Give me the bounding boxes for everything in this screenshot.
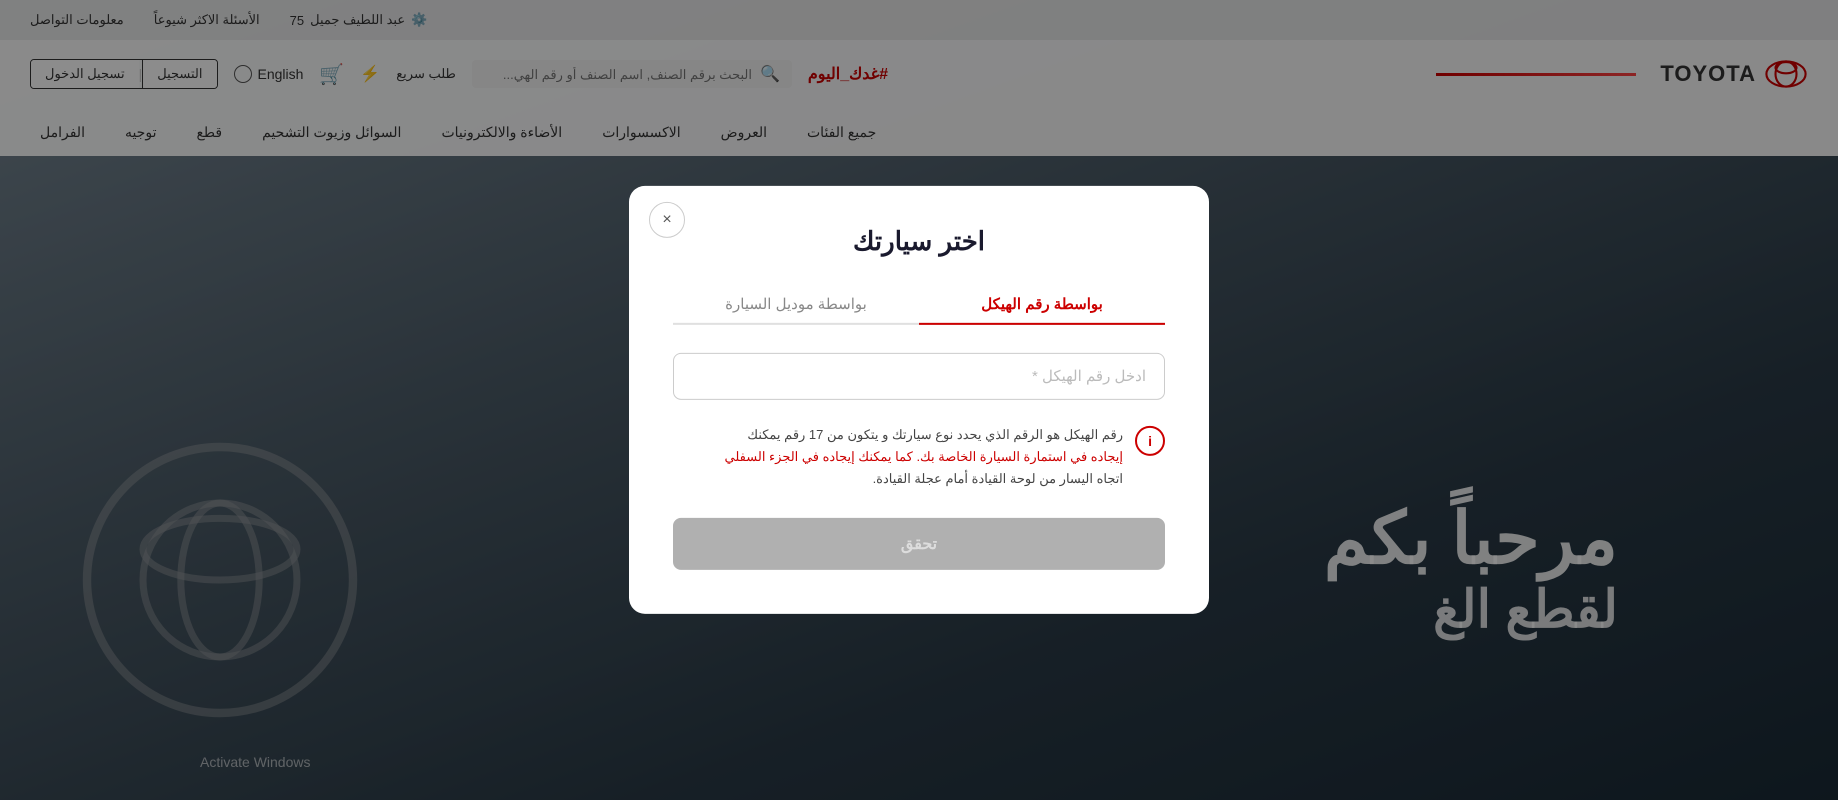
tab-model[interactable]: بواسطة موديل السيارة [673,285,919,323]
info-line1: رقم الهيكل هو الرقم الذي يحدد نوع سيارتك… [747,427,1123,442]
select-car-modal: × اختر سيارتك بواسطة رقم الهيكل بواسطة م… [629,186,1209,614]
modal-close-button[interactable]: × [649,202,685,238]
info-text: رقم الهيكل هو الرقم الذي يحدد نوع سيارتك… [725,424,1123,490]
info-line3: اتجاه اليسار من لوحة القيادة أمام عجلة ا… [873,471,1123,486]
info-line2-link[interactable]: إيجاده في استمارة السيارة الخاصة بك. كما… [725,449,1123,464]
modal-tabs: بواسطة رقم الهيكل بواسطة موديل السيارة [673,285,1165,325]
info-section: i رقم الهيكل هو الرقم الذي يحدد نوع سيار… [673,424,1165,490]
tab-vin-label: بواسطة رقم الهيكل [981,296,1103,313]
tab-model-label: بواسطة موديل السيارة [725,296,867,313]
info-icon: i [1135,426,1165,456]
close-icon: × [662,211,671,229]
modal-title: اختر سيارتك [673,226,1165,257]
vin-input[interactable] [673,353,1165,400]
tab-vin[interactable]: بواسطة رقم الهيكل [919,285,1165,323]
submit-button[interactable]: تحقق [673,518,1165,570]
